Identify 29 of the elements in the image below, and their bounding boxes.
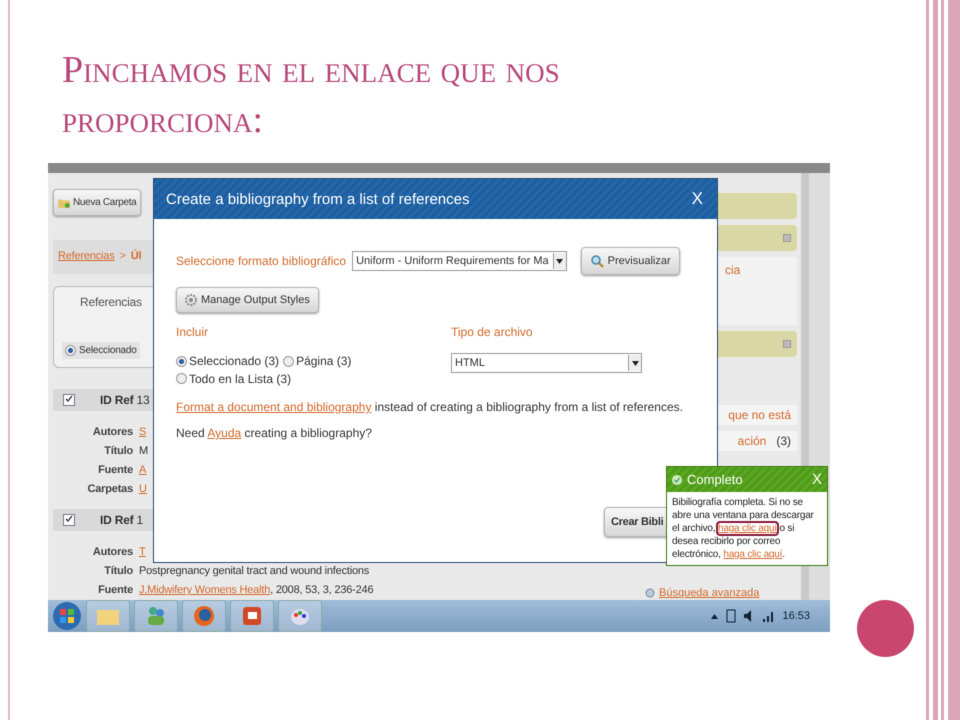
clock: 16:53 <box>782 610 810 622</box>
field-label: Autores <box>92 425 133 440</box>
include-label: Incluir <box>176 325 210 339</box>
notification-message: Bibiliografía completa. Si no se abre una ventana para descargar el archivo, haga clic aquí o si desea recibirlo por correo electrónico, haga clic aquí. <box>671 496 815 562</box>
option-label: Seleccionado <box>79 345 137 356</box>
breadcrumb-current: Úl <box>130 250 142 264</box>
id-value: 13 <box>136 393 150 407</box>
field-label: Fuente <box>97 583 133 598</box>
format-sentence: Format a document and bibliography instead of creating a bibliography from a list of references. <box>176 400 684 414</box>
field-text: Postpregnancy genital tract and wound infections <box>139 565 370 577</box>
field-label: Título <box>103 564 133 579</box>
field-label: Título <box>103 444 133 459</box>
file-type-label: Tipo de archivo <box>451 325 534 339</box>
id-value: 1 <box>136 513 143 527</box>
dialog-title: Create a bibliography from a list of references <box>166 190 470 208</box>
help-sentence: Need Ayuda creating a bibliography? <box>176 426 373 440</box>
field-label: Fuente <box>97 463 133 478</box>
breadcrumb-separator: > <box>120 250 126 264</box>
notification-title: Completo <box>687 472 743 487</box>
field-label: Carpetas <box>86 482 133 497</box>
id-label: ID Ref <box>100 513 134 527</box>
format-label: Seleccione formato bibliográfico <box>176 254 346 268</box>
id-label: ID Ref <box>100 393 134 407</box>
panel-title: Referencias <box>80 295 142 309</box>
field-label: Autores <box>92 545 133 560</box>
field-text: M <box>139 445 148 457</box>
sidebar-text: cia <box>725 263 740 279</box>
slide-title: Pinchamos en el enlace que nos proporciona: <box>62 48 561 143</box>
field-text: , 2008, 53, 3, 236-246 <box>270 584 374 596</box>
